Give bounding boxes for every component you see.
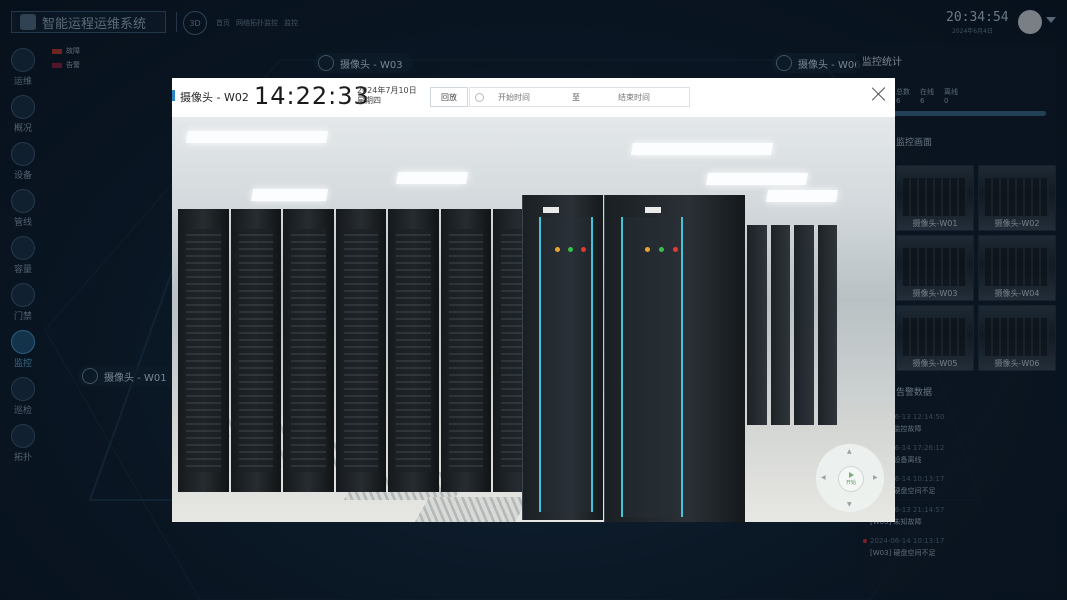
video-feed[interactable]: ▲ ▼ ◀ ▶ 开始	[172, 117, 895, 522]
arrow-left-icon[interactable]: ◀	[821, 474, 826, 481]
end-time-input[interactable]	[618, 88, 688, 106]
clock-icon	[475, 93, 484, 102]
arrow-down-icon[interactable]: ▼	[847, 501, 852, 508]
range-separator: 至	[572, 93, 580, 102]
playback-button[interactable]: 回放	[430, 87, 468, 107]
ceiling-light	[395, 172, 469, 184]
ceiling-light	[630, 143, 774, 155]
power-cabinet	[522, 195, 603, 520]
play-label: 开始	[845, 480, 856, 486]
ceiling-light	[765, 190, 839, 202]
weekday-text: 星期四	[357, 96, 381, 105]
power-cabinet	[604, 195, 745, 522]
camera-modal: 摄像头 - W02 14:22:33 2024年7月10日 星期四 回放 至	[172, 78, 895, 522]
time-range-picker[interactable]: 至	[469, 87, 690, 107]
live-time: 14:22:33	[254, 82, 370, 110]
play-icon	[848, 472, 854, 478]
live-date: 2024年7月10日 星期四	[357, 86, 417, 106]
arrow-up-icon[interactable]: ▲	[847, 448, 852, 455]
arrow-right-icon[interactable]: ▶	[873, 474, 878, 481]
play-button[interactable]: 开始	[838, 466, 864, 492]
ceiling-light	[185, 131, 329, 143]
title-accent	[172, 90, 175, 101]
date-text: 2024年7月10日	[357, 86, 417, 95]
ceiling-light	[705, 173, 809, 185]
distant-racks	[747, 225, 837, 425]
start-time-input[interactable]	[498, 88, 568, 106]
ptz-control[interactable]: ▲ ▼ ◀ ▶ 开始	[816, 444, 884, 512]
camera-name: 摄像头 - W02	[180, 91, 249, 104]
close-icon[interactable]	[872, 87, 886, 101]
modal-header: 摄像头 - W02 14:22:33 2024年7月10日 星期四 回放 至	[172, 78, 895, 117]
floor-vent	[414, 497, 530, 522]
ceiling-light	[250, 189, 329, 201]
